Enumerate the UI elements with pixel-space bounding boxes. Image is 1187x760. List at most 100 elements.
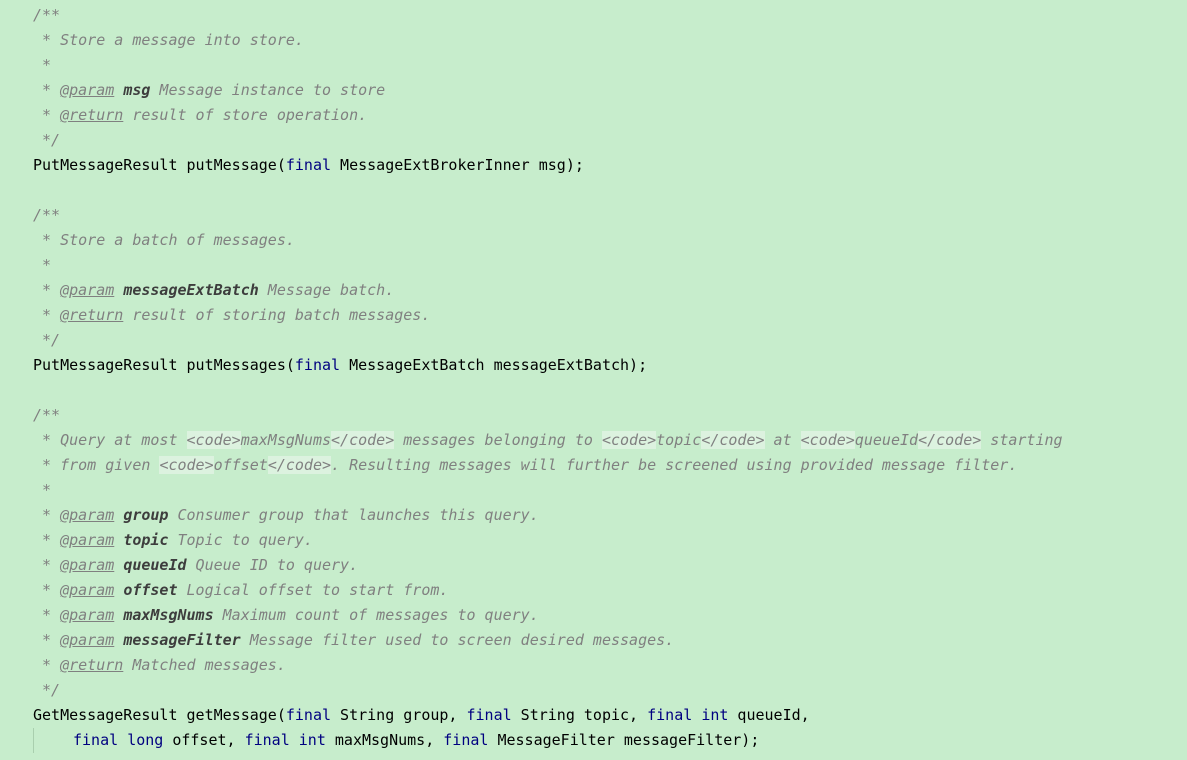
code-line[interactable]: *	[0, 253, 1187, 278]
code-line[interactable]: PutMessageResult putMessage(final Messag…	[0, 153, 1187, 178]
comment-text	[114, 581, 123, 599]
param-name: maxMsgNums	[123, 606, 214, 624]
code-line[interactable]: final long offset, final int maxMsgNums,…	[0, 728, 1187, 753]
comment-text: *	[33, 56, 52, 74]
keyword: final	[285, 706, 332, 724]
code-line[interactable]: * Store a message into store.	[0, 28, 1187, 53]
html-code-tag: </code>	[267, 456, 332, 474]
comment-text: * Query at most	[33, 431, 187, 449]
code-text: MessageExtBrokerInner msg);	[331, 156, 584, 174]
comment-text: Topic to query.	[168, 531, 313, 549]
code-line[interactable]: * Store a batch of messages.	[0, 228, 1187, 253]
html-code-tag: </code>	[701, 431, 765, 449]
code-line[interactable]: * @return result of store operation.	[0, 103, 1187, 128]
code-line[interactable]: * @param queueId Queue ID to query.	[0, 553, 1187, 578]
code-text: PutMessageResult putMessages(	[33, 356, 295, 374]
keyword: final	[443, 731, 489, 749]
code-line[interactable]: * @param maxMsgNums Maximum count of mes…	[0, 603, 1187, 628]
param-name: msg	[123, 81, 151, 99]
keyword: final	[73, 731, 119, 749]
param-name: messageExtBatch	[123, 281, 259, 299]
code-text: MessageFilter messageFilter);	[488, 731, 760, 749]
code-line[interactable]: GetMessageResult getMessage(final String…	[0, 703, 1187, 728]
comment-text: /**	[33, 206, 61, 224]
javadoc-tag: @return	[60, 106, 124, 124]
code-text: queueId,	[728, 706, 810, 724]
comment-text: topic	[656, 431, 702, 449]
code-line[interactable]: /**	[0, 203, 1187, 228]
comment-text: */	[33, 681, 61, 699]
comment-text	[114, 281, 123, 299]
code-line[interactable]: * @return result of storing batch messag…	[0, 303, 1187, 328]
code-line[interactable]: */	[0, 678, 1187, 703]
code-text: GetMessageResult getMessage(	[33, 706, 286, 724]
comment-text: */	[33, 131, 61, 149]
code-text: PutMessageResult putMessage(	[33, 156, 286, 174]
comment-text: *	[33, 281, 61, 299]
code-line[interactable]: /**	[0, 403, 1187, 428]
code-line[interactable]: * @param offset Logical offset to start …	[0, 578, 1187, 603]
comment-text	[114, 81, 123, 99]
comment-text: Message filter used to screen desired me…	[240, 631, 675, 649]
param-name: group	[123, 506, 169, 524]
code-line[interactable]: *	[0, 478, 1187, 503]
code-line[interactable]: * @param topic Topic to query.	[0, 528, 1187, 553]
javadoc-tag: @param	[60, 581, 115, 599]
comment-text: *	[33, 306, 61, 324]
comment-text	[114, 506, 123, 524]
code-line[interactable]: * Query at most <code>maxMsgNums</code> …	[0, 428, 1187, 453]
comment-text: *	[33, 656, 61, 674]
code-line[interactable]: * @param messageFilter Message filter us…	[0, 628, 1187, 653]
comment-text	[114, 631, 123, 649]
comment-text: *	[33, 256, 52, 274]
html-code-tag: <code>	[601, 431, 657, 449]
javadoc-tag: @param	[60, 556, 115, 574]
javadoc-tag: @param	[60, 531, 115, 549]
code-line[interactable]: * @param msg Message instance to store	[0, 78, 1187, 103]
comment-text: /**	[33, 6, 61, 24]
comment-text: /**	[33, 406, 61, 424]
keyword: final	[285, 156, 332, 174]
html-code-tag: </code>	[918, 431, 982, 449]
comment-text: starting	[981, 431, 1063, 449]
code-line[interactable]: */	[0, 128, 1187, 153]
code-text: String group,	[331, 706, 467, 724]
comment-text: *	[33, 106, 61, 124]
comment-text: * Store a batch of messages.	[33, 231, 295, 249]
javadoc-tag: @param	[60, 281, 115, 299]
comment-text: maxMsgNums	[240, 431, 332, 449]
code-line[interactable]	[0, 378, 1187, 403]
comment-text: *	[33, 531, 61, 549]
comment-text: */	[33, 331, 61, 349]
comment-text: * Store a message into store.	[33, 31, 304, 49]
comment-text: *	[33, 606, 61, 624]
javadoc-tag: @param	[60, 81, 115, 99]
keyword: int	[298, 731, 326, 749]
code-line[interactable]: *	[0, 53, 1187, 78]
code-line[interactable]: /**	[0, 3, 1187, 28]
comment-text: queueId	[854, 431, 919, 449]
code-line[interactable]: */	[0, 328, 1187, 353]
code-line[interactable]: * @param messageExtBatch Message batch.	[0, 278, 1187, 303]
indent-guide	[33, 728, 34, 753]
comment-text: Consumer group that launches this query.	[168, 506, 539, 524]
code-line[interactable]: PutMessageResult putMessages(final Messa…	[0, 353, 1187, 378]
code-line[interactable]	[0, 178, 1187, 203]
code-line[interactable]: * @return Matched messages.	[0, 653, 1187, 678]
code-line[interactable]: * from given <code>offset</code>. Result…	[0, 453, 1187, 478]
html-code-tag: <code>	[159, 456, 214, 474]
comment-text: Maximum count of messages to query.	[213, 606, 539, 624]
comment-text: offset	[213, 456, 268, 474]
code-text: maxMsgNums,	[325, 731, 444, 749]
html-code-tag: </code>	[331, 431, 395, 449]
param-name: messageFilter	[123, 631, 241, 649]
code-text: MessageExtBatch messageExtBatch);	[340, 356, 648, 374]
comment-text: Queue ID to query.	[186, 556, 359, 574]
comment-text: * from given	[33, 456, 160, 474]
code-editor[interactable]: /** * Store a message into store. * * @p…	[0, 0, 1187, 760]
comment-text	[114, 606, 123, 624]
comment-text: Message batch.	[258, 281, 395, 299]
code-line[interactable]: * @param group Consumer group that launc…	[0, 503, 1187, 528]
